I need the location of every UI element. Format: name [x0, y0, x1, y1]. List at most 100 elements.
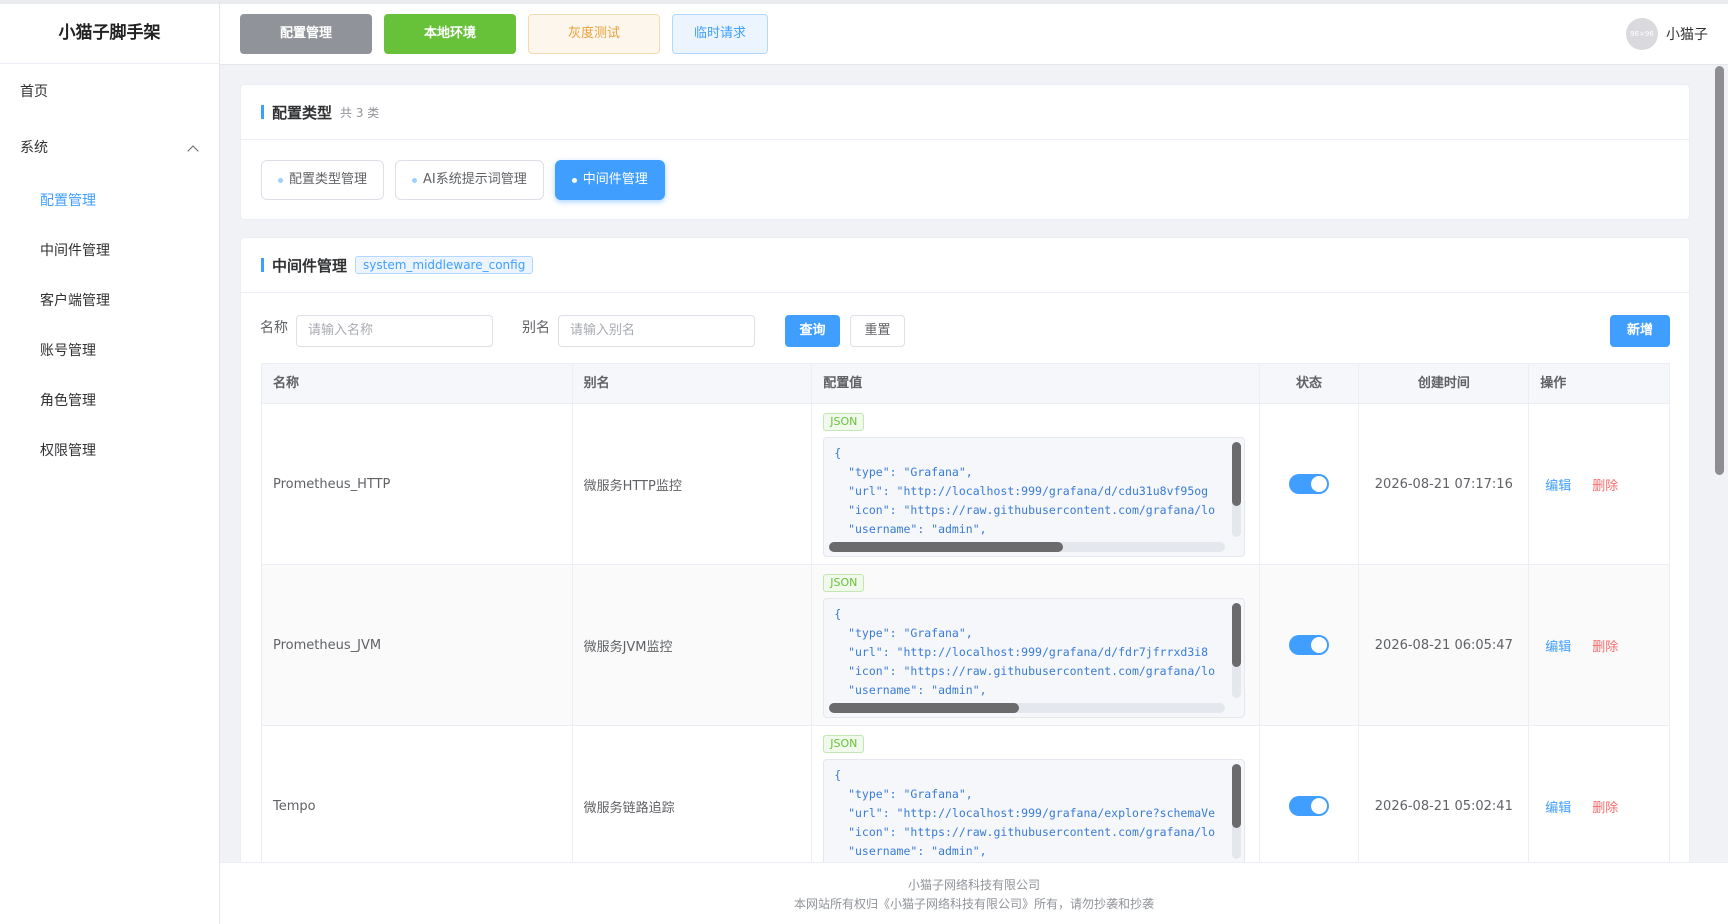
chevron-up-icon	[187, 145, 199, 157]
status-toggle[interactable]	[1289, 474, 1330, 494]
cell-name: Prometheus_JVM	[262, 565, 573, 725]
card-title: 配置类型	[272, 103, 333, 122]
tab-ai-prompt[interactable]: AI系统提示词管理	[395, 160, 544, 200]
cell-status	[1260, 404, 1360, 564]
edit-button[interactable]: 编辑	[1540, 636, 1571, 655]
scrollbar-thumb[interactable]	[1715, 66, 1724, 475]
vertical-scrollbar[interactable]	[1232, 603, 1242, 698]
tab-middleware[interactable]: 中间件管理	[554, 160, 665, 200]
add-button[interactable]: 新增	[1610, 315, 1670, 347]
tab-label: 配置类型管理	[289, 172, 368, 187]
delete-button[interactable]: 删除	[1587, 797, 1618, 816]
config-code-block: { "type": "Grafana", "url": "http://loca…	[823, 598, 1246, 718]
edit-button[interactable]: 编辑	[1540, 475, 1571, 494]
card-header: 中间件管理 system_middleware_config	[241, 238, 1689, 293]
table-row: Tempo 微服务链路追踪 JSON { "type": "Grafana", …	[262, 726, 1669, 862]
query-button[interactable]: 查询	[785, 315, 840, 347]
config-code-block: { "type": "Grafana", "url": "http://loca…	[823, 437, 1246, 557]
toggle-knob	[1311, 476, 1328, 492]
column-header: 别名	[573, 364, 813, 403]
env-button-config[interactable]: 配置管理	[240, 14, 372, 54]
sidebar-item-label: 首页	[20, 84, 48, 100]
toggle-knob	[1311, 798, 1328, 814]
status-toggle[interactable]	[1289, 635, 1330, 655]
config-code-block: { "type": "Grafana", "url": "http://loca…	[823, 759, 1246, 862]
title-accent-bar	[261, 258, 264, 272]
alias-label: 别名	[522, 320, 550, 336]
toggle-knob	[1311, 637, 1328, 653]
scrollbar-thumb[interactable]	[1232, 442, 1242, 506]
env-button-gray[interactable]: 灰度测试	[528, 14, 660, 54]
scrollbar-thumb[interactable]	[1232, 603, 1242, 667]
cell-created: 2026-08-21 07:17:16	[1359, 404, 1530, 564]
page-scrollbar[interactable]	[1715, 66, 1724, 862]
sidebar-item-account[interactable]: 账号管理	[0, 326, 219, 376]
sidebar-item-client[interactable]: 客户端管理	[0, 276, 219, 326]
title-accent-bar	[261, 105, 264, 119]
column-header: 状态	[1260, 364, 1360, 403]
tab-label: 中间件管理	[582, 172, 648, 187]
sidebar-item-permission[interactable]: 权限管理	[0, 426, 219, 476]
footer: 小猫子网络科技有限公司 本网站所有权归《小猫子网络科技有限公司》所有，请勿抄袭和…	[220, 862, 1728, 924]
column-header: 配置值	[812, 364, 1260, 403]
reset-button[interactable]: 重置	[850, 315, 905, 347]
sidebar-item-label: 系统	[20, 140, 48, 156]
cell-config: JSON { "type": "Grafana", "url": "http:/…	[812, 726, 1260, 862]
footer-company: 小猫子网络科技有限公司	[907, 878, 1040, 892]
config-json: { "type": "Grafana", "url": "http://loca…	[834, 607, 1216, 697]
edit-button[interactable]: 编辑	[1540, 797, 1571, 816]
avatar: 96×96	[1626, 18, 1658, 50]
sidebar-item-label: 角色管理	[40, 393, 96, 409]
delete-button[interactable]: 删除	[1587, 636, 1618, 655]
card-title: 中间件管理	[272, 256, 348, 275]
sidebar-item-config[interactable]: 配置管理	[0, 176, 219, 226]
sidebar: 小猫子脚手架 首页 系统 配置管理 中间件管理 客户端管理 账号管理 角色管理 …	[0, 0, 220, 924]
type-tabs: 配置类型管理 AI系统提示词管理 中间件管理	[241, 140, 1689, 200]
alias-search-input[interactable]: 请输入别名	[558, 315, 755, 347]
env-button-temp[interactable]: 临时请求	[672, 14, 768, 54]
tab-config-type[interactable]: 配置类型管理	[261, 160, 385, 200]
card-header: 配置类型 共 3 类	[241, 85, 1689, 140]
dot-icon	[278, 177, 283, 183]
sidebar-item-label: 中间件管理	[40, 243, 110, 259]
column-header: 创建时间	[1359, 364, 1530, 403]
sidebar-item-role[interactable]: 角色管理	[0, 376, 219, 426]
sidebar-item-label: 配置管理	[40, 193, 96, 209]
scrollbar-thumb[interactable]	[829, 542, 1063, 552]
cell-actions: 编辑 删除	[1529, 726, 1669, 862]
delete-button[interactable]: 删除	[1587, 475, 1618, 494]
sidebar-item-middleware[interactable]: 中间件管理	[0, 226, 219, 276]
vertical-scrollbar[interactable]	[1232, 764, 1242, 859]
vertical-scrollbar[interactable]	[1232, 442, 1242, 537]
user-menu[interactable]: 96×96 小猫子	[1626, 18, 1708, 50]
middleware-card: 中间件管理 system_middleware_config 名称 请输入名称 …	[240, 237, 1690, 862]
dot-icon	[412, 177, 418, 183]
sidebar-item-label: 客户端管理	[40, 293, 110, 309]
search-form: 名称 请输入名称 别名 请输入别名 查询 重置 新增	[241, 293, 1689, 363]
config-json: { "type": "Grafana", "url": "http://loca…	[834, 446, 1216, 536]
json-badge: JSON	[823, 574, 865, 592]
sidebar-item-home[interactable]: 首页	[0, 64, 219, 120]
app-logo-title: 小猫子脚手架	[0, 4, 219, 64]
top-header: 配置管理 本地环境 灰度测试 临时请求 96×96 小猫子	[220, 0, 1728, 65]
scrollbar-thumb[interactable]	[829, 703, 1020, 713]
name-search-input[interactable]: 请输入名称	[296, 315, 493, 347]
horizontal-scrollbar[interactable]	[829, 703, 1226, 713]
sidebar-item-label: 账号管理	[40, 343, 96, 359]
cell-actions: 编辑 删除	[1529, 404, 1669, 564]
sidebar-group-system[interactable]: 系统	[0, 120, 219, 176]
env-button-local[interactable]: 本地环境	[384, 14, 516, 54]
cell-status	[1260, 726, 1360, 862]
user-name: 小猫子	[1666, 27, 1708, 43]
scrollbar-thumb[interactable]	[1232, 764, 1242, 828]
dot-icon	[571, 177, 577, 183]
status-toggle[interactable]	[1289, 796, 1330, 816]
horizontal-scrollbar[interactable]	[829, 542, 1226, 552]
name-label: 名称	[260, 320, 288, 336]
table-row: Prometheus_HTTP 微服务HTTP监控 JSON { "type":…	[262, 404, 1669, 565]
config-type-card: 配置类型 共 3 类 配置类型管理 AI系统提示词管理 中间件管理	[240, 84, 1690, 220]
cell-status	[1260, 565, 1360, 725]
cell-alias: 微服务HTTP监控	[573, 404, 813, 564]
cell-created: 2026-08-21 06:05:47	[1359, 565, 1530, 725]
config-json: { "type": "Grafana", "url": "http://loca…	[834, 768, 1216, 858]
